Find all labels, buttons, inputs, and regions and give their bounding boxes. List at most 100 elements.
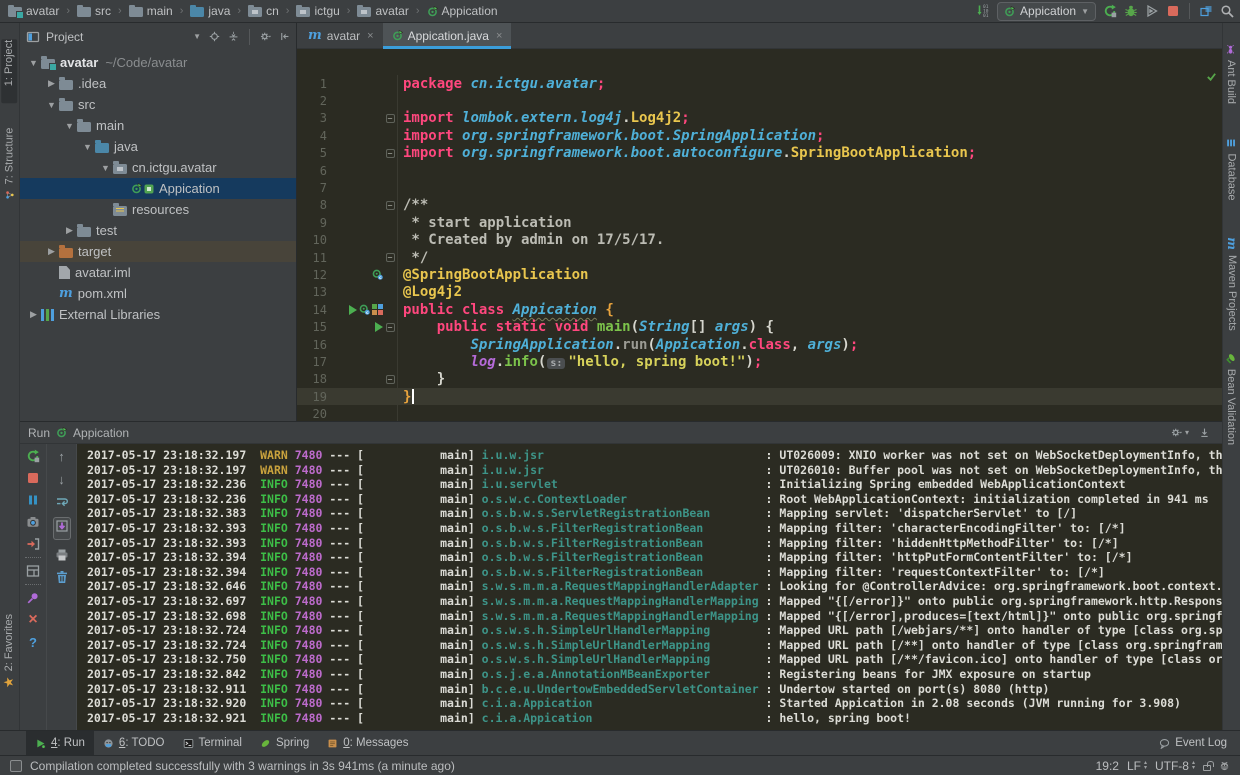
pin-tab-button[interactable] bbox=[26, 591, 40, 605]
next-occurrence-button[interactable]: ↓ bbox=[58, 472, 65, 487]
spring-class-icon[interactable]: c bbox=[372, 269, 383, 280]
tool-windows-button[interactable] bbox=[1199, 4, 1213, 18]
exit-button[interactable] bbox=[26, 537, 40, 551]
tree-item-test[interactable]: ▶test bbox=[20, 220, 296, 241]
sync-button[interactable]: 011001 bbox=[976, 4, 990, 18]
run-settings-gear-button[interactable] bbox=[1171, 427, 1182, 438]
stripe-button-database[interactable]: Database bbox=[1223, 163, 1240, 175]
console-output[interactable]: 2017-05-17 23:18:32.197 WARN 7480 --- [ … bbox=[77, 444, 1222, 730]
stripe-button-maven-projects[interactable]: mMaven Projects bbox=[1223, 278, 1240, 290]
tab-avatar[interactable]: mavatar× bbox=[299, 23, 383, 48]
tree-item-main[interactable]: ▼main bbox=[20, 115, 296, 136]
breadcrumb-Appication[interactable]: Appication bbox=[425, 3, 500, 19]
close-icon[interactable]: × bbox=[367, 30, 373, 42]
console-log-row: 2017-05-17 23:18:32.697 INFO 7480 --- [ … bbox=[87, 594, 1222, 609]
inspection-ok-icon[interactable] bbox=[1206, 71, 1217, 82]
project-view-dropdown-icon[interactable]: ▼ bbox=[193, 32, 201, 41]
tree-item-cn-ictgu-avatar[interactable]: ▼cn.ictgu.avatar bbox=[20, 157, 296, 178]
breadcrumb-ictgu[interactable]: ictgu bbox=[294, 3, 341, 19]
soft-wrap-button[interactable] bbox=[55, 495, 69, 509]
tree-item-resources[interactable]: resources bbox=[20, 199, 296, 220]
run-button[interactable] bbox=[1103, 4, 1117, 18]
debug-button[interactable] bbox=[1124, 4, 1138, 18]
rerun-button[interactable] bbox=[26, 449, 40, 463]
stripe-button-7-structure[interactable]: 7: Structure bbox=[0, 158, 19, 170]
fold-marker-icon[interactable]: − bbox=[386, 149, 395, 158]
tree-open-arrow-icon[interactable]: ▼ bbox=[44, 100, 59, 110]
restore-layout-button[interactable] bbox=[26, 564, 40, 578]
clear-all-button[interactable] bbox=[55, 570, 69, 584]
run-configuration-select[interactable]: Appication▼ bbox=[997, 2, 1096, 21]
toolwindow-button-terminal[interactable]: Terminal bbox=[174, 731, 251, 755]
encoding-selector[interactable]: UTF-8▴▾ bbox=[1155, 759, 1195, 773]
prev-occurrence-button[interactable]: ↑ bbox=[58, 449, 65, 464]
stripe-button-2-favorites[interactable]: ★2: Favorites bbox=[0, 643, 19, 659]
tab-appication-java[interactable]: Appication.java× bbox=[383, 23, 512, 48]
fold-marker-icon[interactable]: − bbox=[386, 201, 395, 210]
stripe-button-ant-build[interactable]: Ant Build bbox=[1223, 68, 1240, 80]
toolwindow-button-0-messages[interactable]: 0: Messages bbox=[318, 731, 417, 755]
unlock-icon[interactable] bbox=[1203, 765, 1211, 771]
help-button[interactable]: ? bbox=[29, 635, 37, 650]
editor[interactable]: 1package cn.ictgu.avatar;23−import lombo… bbox=[297, 49, 1222, 421]
tree-open-arrow-icon[interactable]: ▼ bbox=[26, 58, 41, 68]
tree-closed-arrow-icon[interactable]: ▶ bbox=[26, 309, 41, 320]
spring-class-icon[interactable]: c bbox=[359, 304, 370, 315]
print-button[interactable] bbox=[55, 548, 69, 562]
fold-marker-icon[interactable]: − bbox=[386, 375, 395, 384]
tree-item-pom-xml[interactable]: mpom.xml bbox=[20, 283, 296, 304]
tree-closed-arrow-icon[interactable]: ▶ bbox=[62, 225, 77, 236]
tree-open-arrow-icon[interactable]: ▼ bbox=[98, 163, 113, 173]
breadcrumb-src[interactable]: src bbox=[75, 3, 113, 19]
settings-gear-button[interactable] bbox=[260, 31, 271, 42]
tree-item-target[interactable]: ▶target bbox=[20, 241, 296, 262]
toolwindow-button-4-run[interactable]: 4: Run bbox=[26, 731, 94, 755]
code-line-14: 14cpublic class Appication { bbox=[297, 301, 1222, 318]
stripe-button-1-project[interactable]: 1: Project bbox=[0, 63, 19, 79]
tree-item-appication[interactable]: Appication bbox=[20, 178, 296, 199]
caret-position[interactable]: 19:2 bbox=[1096, 759, 1119, 773]
close-icon[interactable]: × bbox=[496, 30, 502, 42]
stripe-button-bean-validation[interactable]: Bean Validation bbox=[1223, 393, 1240, 405]
pause-output-button[interactable] bbox=[26, 493, 40, 507]
run-gutter-icon[interactable] bbox=[349, 305, 357, 315]
hide-run-panel-button[interactable] bbox=[1199, 427, 1210, 438]
tree-closed-arrow-icon[interactable]: ▶ bbox=[44, 78, 59, 89]
toolwindow-button-6-todo[interactable]: 6: TODO bbox=[94, 731, 174, 755]
fold-marker-icon[interactable]: − bbox=[386, 323, 395, 332]
tree-item-external-libraries[interactable]: ▶External Libraries bbox=[20, 304, 296, 325]
fold-marker-icon[interactable]: − bbox=[386, 114, 395, 123]
toolwindow-button-event-log[interactable]: Event Log bbox=[1150, 731, 1236, 755]
breadcrumb-avatar[interactable]: avatar bbox=[355, 3, 410, 19]
thread-dump-button[interactable] bbox=[26, 515, 40, 529]
collapse-all-button[interactable] bbox=[228, 31, 239, 42]
tree-item-java[interactable]: ▼java bbox=[20, 136, 296, 157]
breadcrumb-main[interactable]: main bbox=[127, 3, 175, 19]
tree-open-arrow-icon[interactable]: ▼ bbox=[80, 142, 95, 152]
run-gutter-icon[interactable] bbox=[375, 322, 383, 332]
stop-button[interactable] bbox=[26, 471, 40, 485]
toolwindow-button-spring[interactable]: Spring bbox=[251, 731, 318, 755]
tree-open-arrow-icon[interactable]: ▼ bbox=[62, 121, 77, 131]
close-button[interactable]: × bbox=[28, 613, 37, 627]
run-coverage-button[interactable] bbox=[1145, 4, 1159, 18]
locate-file-button[interactable] bbox=[209, 31, 220, 42]
tree-item--idea[interactable]: ▶.idea bbox=[20, 73, 296, 94]
stop-button[interactable] bbox=[1166, 4, 1180, 18]
tree-item-avatar-iml[interactable]: avatar.iml bbox=[20, 262, 296, 283]
hector-inspector-icon[interactable] bbox=[1219, 760, 1230, 771]
tree-closed-arrow-icon[interactable]: ▶ bbox=[44, 246, 59, 257]
breadcrumb-avatar[interactable]: avatar bbox=[6, 3, 61, 19]
hide-panel-button[interactable] bbox=[279, 31, 290, 42]
line-ending-selector[interactable]: LF▴▾ bbox=[1127, 759, 1147, 773]
implementation-gutter-icon[interactable] bbox=[372, 304, 383, 315]
toolwindow-quick-access-icon[interactable] bbox=[10, 760, 22, 772]
search-everywhere-button[interactable] bbox=[1220, 4, 1234, 18]
tree-item-avatar[interactable]: ▼avatar~/Code/avatar bbox=[20, 52, 296, 73]
tree-item-src[interactable]: ▼src bbox=[20, 94, 296, 115]
fold-marker-icon[interactable]: − bbox=[386, 253, 395, 262]
svg-text:c: c bbox=[379, 276, 382, 280]
breadcrumb-java[interactable]: java bbox=[188, 3, 232, 19]
breadcrumb-cn[interactable]: cn bbox=[246, 3, 281, 19]
scroll-to-end-button[interactable] bbox=[53, 517, 71, 540]
